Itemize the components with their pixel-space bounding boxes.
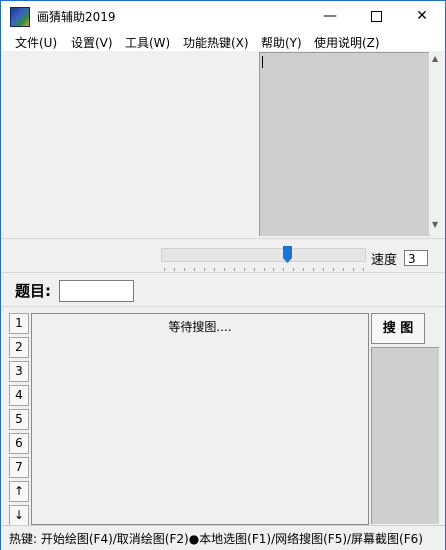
speed-slider-track[interactable] — [161, 248, 366, 262]
slider-tick — [244, 268, 245, 271]
drawing-canvas[interactable] — [9, 52, 257, 235]
status-bar: 热键: 开始绘图(F4)/取消绘图(F2)●本地选图(F1)/网络搜图(F5)/… — [1, 525, 445, 550]
slider-tick — [224, 268, 225, 271]
slider-tick — [184, 268, 185, 271]
answer-status-text: 等待搜图.... — [168, 320, 232, 334]
result-preview-panel — [371, 347, 439, 524]
slider-tick — [303, 268, 304, 271]
slider-tick — [214, 268, 215, 271]
slider-tick — [283, 268, 284, 271]
slider-tick — [264, 268, 265, 271]
menu-bar: 文件(U) 设置(V) 工具(W) 功能热键(X) 帮助(Y) 使用说明(Z) — [1, 31, 445, 51]
menu-settings[interactable]: 设置(V) — [71, 34, 113, 51]
candidate-button-2[interactable]: 2 — [9, 337, 29, 358]
divider — [1, 272, 445, 273]
slider-tick — [363, 268, 364, 271]
menu-tools[interactable]: 工具(W) — [125, 34, 170, 51]
candidate-button-7[interactable]: 7 — [9, 457, 29, 478]
preview-scrollbar[interactable]: ▲ ▼ — [429, 52, 444, 235]
minimize-button[interactable]: — — [307, 1, 353, 31]
hotkey-status-text: 热键: 开始绘图(F4)/取消绘图(F2)●本地选图(F1)/网络搜图(F5)/… — [9, 532, 423, 546]
slider-tick — [254, 268, 255, 271]
slider-tick — [174, 268, 175, 271]
slider-tick — [164, 268, 165, 271]
title-bar: 画猜辅助2019 — ✕ — [1, 1, 445, 31]
topic-label: 题目: — [15, 282, 51, 300]
candidate-button-5[interactable]: 5 — [9, 409, 29, 430]
topic-input[interactable] — [59, 280, 134, 302]
maximize-icon — [370, 10, 382, 22]
close-icon: ✕ — [416, 8, 428, 24]
text-cursor — [262, 56, 263, 68]
app-window: 画猜辅助2019 — ✕ 文件(U) 设置(V) 工具(W) 功能热键(X) 帮… — [0, 0, 446, 550]
divider — [1, 238, 445, 239]
menu-help[interactable]: 帮助(Y) — [261, 34, 302, 51]
divider — [1, 306, 445, 307]
window-title: 画猜辅助2019 — [37, 10, 116, 24]
close-button[interactable]: ✕ — [399, 1, 445, 31]
candidate-button-1[interactable]: 1 — [9, 313, 29, 334]
slider-tick — [194, 268, 195, 271]
image-preview-panel[interactable] — [259, 52, 430, 236]
speed-input[interactable]: 3 — [404, 250, 428, 266]
maximize-button[interactable] — [353, 1, 399, 31]
speed-slider-thumb[interactable] — [283, 246, 292, 263]
app-logo-icon — [10, 7, 30, 27]
answer-list[interactable]: 等待搜图.... — [31, 313, 369, 525]
speed-label: 速度 — [371, 253, 398, 268]
slider-tick — [273, 268, 274, 271]
slider-tick — [234, 268, 235, 271]
slider-tick — [313, 268, 314, 271]
page-up-button[interactable]: ↑ — [9, 481, 29, 502]
slider-tick — [204, 268, 205, 271]
search-image-button[interactable]: 搜 图 — [371, 313, 425, 344]
slider-tick — [353, 268, 354, 271]
scroll-down-icon[interactable]: ▼ — [432, 220, 438, 229]
menu-hotkeys[interactable]: 功能热键(X) — [183, 34, 249, 51]
slider-tick — [343, 268, 344, 271]
slider-tick — [323, 268, 324, 271]
candidate-button-4[interactable]: 4 — [9, 385, 29, 406]
candidate-button-3[interactable]: 3 — [9, 361, 29, 382]
menu-instructions[interactable]: 使用说明(Z) — [314, 34, 380, 51]
menu-file[interactable]: 文件(U) — [15, 34, 57, 51]
minimize-icon: — — [323, 8, 337, 24]
slider-tick — [333, 268, 334, 271]
page-down-button[interactable]: ↓ — [9, 505, 29, 526]
slider-tick — [293, 268, 294, 271]
candidate-button-6[interactable]: 6 — [9, 433, 29, 454]
scroll-up-icon[interactable]: ▲ — [432, 54, 438, 63]
